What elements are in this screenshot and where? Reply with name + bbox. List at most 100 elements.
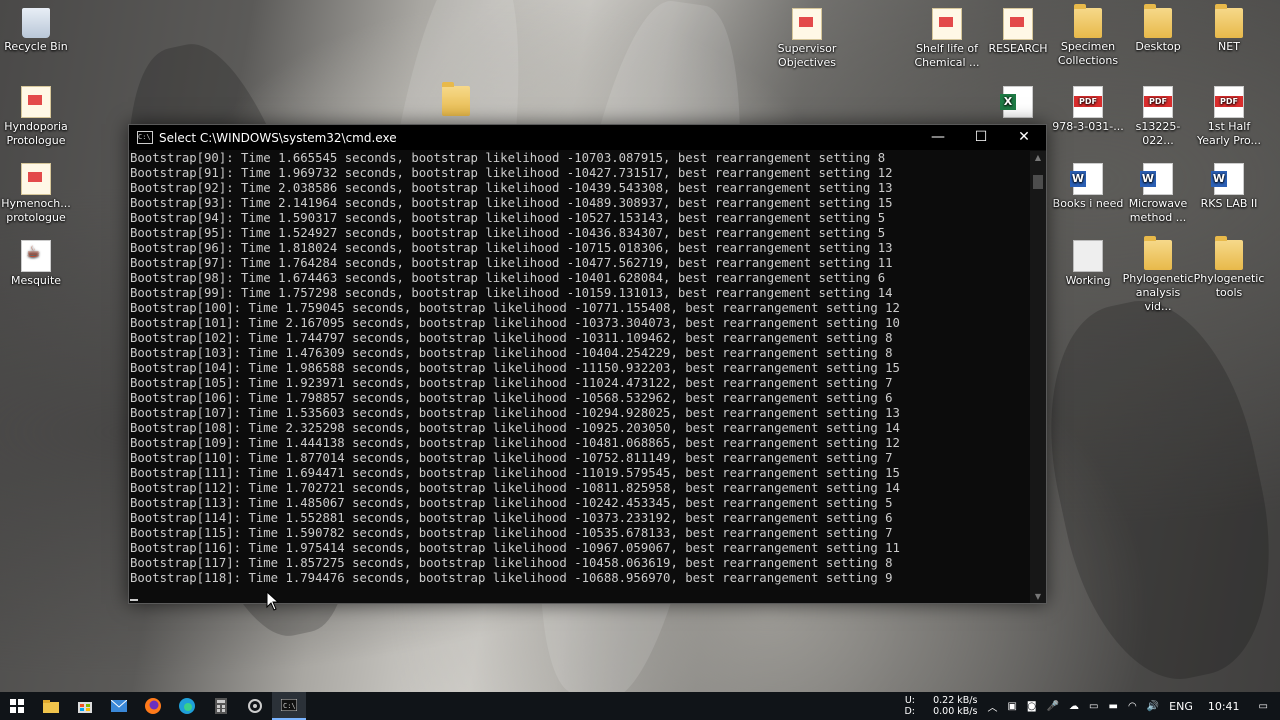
scroll-up-arrow-icon[interactable]: ▲: [1033, 153, 1043, 162]
system-tray: U: 0.22 kB/s D: 0.00 kB/s ︿ ▣ ◙ 🎤 ☁ ▭ ▬ …: [899, 692, 1280, 720]
close-button[interactable]: ✕: [1002, 125, 1046, 150]
desktop-icon-pdf-half-yearly[interactable]: 1st Half Yearly Pro...: [1193, 86, 1265, 148]
word-icon: [1211, 163, 1244, 195]
desktop-icon-shelf-life[interactable]: Shelf life of Chemical ...: [911, 8, 983, 70]
desktop-icon-working[interactable]: Working: [1052, 240, 1124, 288]
desktop-icon-label: Shelf life of Chemical ...: [914, 42, 980, 69]
battery-icon[interactable]: ▬: [1109, 701, 1118, 712]
console-line: Bootstrap[112]: Time 1.702721 seconds, b…: [130, 481, 900, 495]
desktop-icon-pdf-978[interactable]: 978-3-031-...: [1052, 86, 1124, 134]
desktop-icon-hymenoch[interactable]: Hymenoch... protologue: [0, 163, 72, 225]
settings-icon[interactable]: [238, 692, 272, 720]
desktop-icon-research[interactable]: RESEARCH: [982, 8, 1054, 56]
desktop-icon-microwave-method[interactable]: Microwave method ...: [1122, 163, 1194, 225]
desktop-icon-label: RESEARCH: [988, 42, 1048, 55]
maximize-button[interactable]: ☐: [959, 125, 1003, 150]
firefox-icon[interactable]: [136, 692, 170, 720]
scrollbar-thumb[interactable]: [1033, 175, 1043, 189]
net-up-speed: 0.22 kB/s: [933, 695, 978, 706]
desktop-icon-net[interactable]: NET: [1193, 4, 1265, 54]
taskbar: C:\ U: 0.22 kB/s D: 0.00 kB/s ︿ ▣ ◙ 🎤 ☁ …: [0, 692, 1280, 720]
desktop-icon-supervisor-objectives[interactable]: Supervisor Objectives: [771, 8, 843, 70]
clock[interactable]: 10:41: [1208, 700, 1240, 713]
cmd-app-icon[interactable]: C:\: [137, 131, 153, 144]
desktop-icon-desktop[interactable]: Desktop: [1122, 4, 1194, 54]
desktop-icon-label: Working: [1065, 274, 1111, 287]
desktop-icon-label: Hyndoporia Protologue: [4, 120, 68, 147]
folder-icon: [1074, 4, 1102, 38]
desktop-icon-label: 978-3-031-...: [1052, 120, 1124, 133]
console-line: Bootstrap[105]: Time 1.923971 seconds, b…: [130, 376, 893, 390]
console-line: Bootstrap[109]: Time 1.444138 seconds, b…: [130, 436, 900, 450]
tray-app-icon[interactable]: ▣: [1007, 701, 1016, 712]
scroll-down-arrow-icon[interactable]: ▼: [1033, 592, 1043, 601]
desktop-icon-label: Phylogenetic tools: [1193, 272, 1265, 299]
document-icon: [21, 163, 51, 195]
desktop-icon-pdf-s13225[interactable]: s13225-022...: [1122, 86, 1194, 148]
console-line: Bootstrap[96]: Time 1.818024 seconds, bo…: [130, 241, 893, 255]
desktop-icon-hyndoporia[interactable]: Hyndoporia Protologue: [0, 86, 72, 148]
document-icon: [792, 8, 822, 40]
desktop-icon-label: Books i need: [1052, 197, 1124, 210]
pdf-icon: [1073, 86, 1103, 118]
word-icon: [1140, 163, 1173, 195]
console-line: Bootstrap[107]: Time 1.535603 seconds, b…: [130, 406, 900, 420]
desktop-icon-recycle-bin[interactable]: Recycle Bin: [0, 8, 72, 54]
mail-icon[interactable]: [102, 692, 136, 720]
language-indicator[interactable]: ENG: [1169, 700, 1193, 713]
console-line: Bootstrap[116]: Time 1.975414 seconds, b…: [130, 541, 900, 555]
console-line: Bootstrap[98]: Time 1.674463 seconds, bo…: [130, 271, 886, 285]
windows-start-icon[interactable]: [0, 692, 34, 720]
chevron-up-icon[interactable]: ︿: [987, 699, 997, 714]
calculator-icon[interactable]: [204, 692, 238, 720]
desktop-icon-excel-file[interactable]: [982, 86, 1054, 120]
console-line: Bootstrap[99]: Time 1.757298 seconds, bo…: [130, 286, 893, 300]
excel-icon: [1000, 86, 1033, 118]
desktop-icon-specimen-collections[interactable]: Specimen Collections: [1052, 4, 1124, 68]
console-output[interactable]: Bootstrap[90]: Time 1.665545 seconds, bo…: [129, 151, 1030, 603]
store-icon[interactable]: [68, 692, 102, 720]
desktop-icon-phylogenetic-analysis[interactable]: Phylogenetic analysis vid...: [1122, 236, 1194, 314]
desktop-icon-label: Desktop: [1135, 40, 1181, 53]
wifi-icon[interactable]: ◠: [1128, 701, 1137, 712]
folder-icon: [1144, 236, 1172, 270]
volume-icon[interactable]: 🔊: [1147, 701, 1159, 712]
console-line: Bootstrap[90]: Time 1.665545 seconds, bo…: [130, 151, 886, 165]
desktop-icon-phylogenetic-tools[interactable]: Phylogenetic tools: [1193, 236, 1265, 300]
window-titlebar[interactable]: C:\ Select C:\WINDOWS\system32\cmd.exe —…: [129, 125, 1046, 150]
network-speed: U: 0.22 kB/s D: 0.00 kB/s: [904, 695, 977, 717]
console-line: Bootstrap[91]: Time 1.969732 seconds, bo…: [130, 166, 893, 180]
camera-icon[interactable]: ▭: [1089, 701, 1098, 712]
svg-text:C:\: C:\: [283, 702, 296, 710]
edge-icon[interactable]: [170, 692, 204, 720]
desktop-icon-rks-lab[interactable]: RKS LAB II: [1193, 163, 1265, 211]
desktop-icon-mesquite[interactable]: Mesquite: [0, 240, 72, 288]
net-down-speed: 0.00 kB/s: [933, 706, 978, 717]
console-line: Bootstrap[101]: Time 2.167095 seconds, b…: [130, 316, 900, 330]
desktop-icon-label: Phylogenetic analysis vid...: [1122, 272, 1194, 313]
microphone-icon[interactable]: 🎤: [1047, 701, 1059, 712]
document-icon: [932, 8, 962, 40]
desktop-icon-folder-partial[interactable]: [420, 82, 492, 118]
notification-icon[interactable]: ▭: [1259, 701, 1268, 712]
desktop-icon-label: Supervisor Objectives: [777, 42, 837, 69]
desktop-icon-label: 1st Half Yearly Pro...: [1196, 120, 1262, 147]
cmd-window[interactable]: C:\ Select C:\WINDOWS\system32\cmd.exe —…: [128, 124, 1047, 604]
meet-now-icon[interactable]: ◙: [1027, 701, 1037, 712]
cmd-taskbar-icon[interactable]: C:\: [272, 692, 306, 720]
folder-icon: [1215, 236, 1243, 270]
pdf-icon: [1143, 86, 1173, 118]
text-cursor: [130, 599, 138, 601]
file-explorer-icon[interactable]: [34, 692, 68, 720]
desktop-icon-books-i-need[interactable]: Books i need: [1052, 163, 1124, 211]
net-up-label: U:: [904, 695, 915, 706]
console-line: Bootstrap[100]: Time 1.759045 seconds, b…: [130, 301, 900, 315]
console-line: Bootstrap[114]: Time 1.552881 seconds, b…: [130, 511, 893, 525]
minimize-button[interactable]: —: [916, 125, 960, 150]
console-line: Bootstrap[117]: Time 1.857275 seconds, b…: [130, 556, 893, 570]
console-line: Bootstrap[95]: Time 1.524927 seconds, bo…: [130, 226, 886, 240]
console-line: Bootstrap[94]: Time 1.590317 seconds, bo…: [130, 211, 886, 225]
java-app-icon: [21, 240, 51, 272]
onedrive-icon[interactable]: ☁: [1069, 701, 1079, 712]
vertical-scrollbar[interactable]: ▲ ▼: [1030, 151, 1046, 603]
